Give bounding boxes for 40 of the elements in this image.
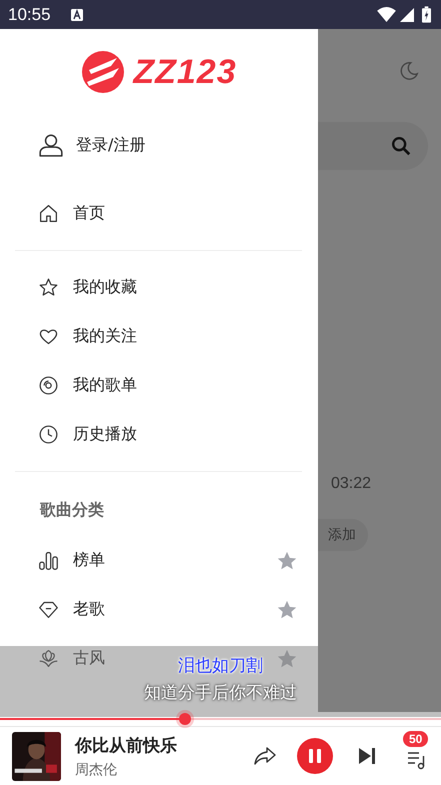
star-icon[interactable] bbox=[276, 648, 298, 670]
bar-chart-icon bbox=[38, 550, 59, 571]
menu-item[interactable]: 老歌 bbox=[38, 599, 105, 620]
user-icon bbox=[38, 132, 64, 158]
disc-icon bbox=[38, 375, 59, 396]
lyric-line: 泪也如刀割 bbox=[178, 655, 263, 677]
menu-item[interactable]: 首页 bbox=[0, 189, 318, 238]
search-icon bbox=[390, 135, 412, 157]
home-icon bbox=[38, 203, 59, 224]
menu-item[interactable]: 榜单 bbox=[38, 550, 105, 571]
wifi-icon bbox=[377, 7, 396, 22]
logo-text: ZZ123 bbox=[133, 52, 237, 92]
moon-icon[interactable] bbox=[398, 60, 420, 82]
duration-text: 03:22 bbox=[331, 475, 372, 493]
menu-item[interactable]: 我的歌单 bbox=[0, 361, 318, 410]
gem-icon bbox=[38, 599, 59, 620]
signal-icon bbox=[400, 8, 414, 22]
notification-icon bbox=[70, 8, 83, 20]
progress-bar[interactable] bbox=[0, 713, 441, 725]
artist-name: 周杰伦 bbox=[75, 760, 118, 778]
menu-item[interactable]: 我的关注 bbox=[0, 312, 318, 361]
star-icon[interactable] bbox=[276, 550, 298, 572]
logo-icon bbox=[81, 50, 126, 94]
clock-icon bbox=[38, 424, 59, 445]
section-title: 歌曲分类 bbox=[38, 498, 105, 520]
login-item[interactable]: 登录/注册 bbox=[0, 115, 318, 175]
status-time: 10:55 bbox=[8, 4, 51, 24]
slider-thumb[interactable] bbox=[179, 713, 192, 725]
battery-icon bbox=[422, 6, 431, 23]
queue-count-badge: 50 bbox=[403, 731, 428, 747]
menu-item[interactable]: 我的收藏 bbox=[0, 263, 318, 312]
lotus-icon bbox=[38, 648, 59, 669]
star-icon bbox=[38, 277, 59, 298]
menu-item[interactable]: 历史播放 bbox=[0, 410, 318, 459]
pause-button[interactable] bbox=[297, 738, 333, 774]
menu-item[interactable]: 古风 bbox=[38, 648, 105, 669]
song-title: 你比从前快乐 bbox=[75, 734, 178, 756]
lyric-line: 知道分手后你不难过 bbox=[144, 682, 297, 704]
search-bar[interactable] bbox=[318, 122, 428, 170]
star-icon[interactable] bbox=[276, 598, 298, 620]
